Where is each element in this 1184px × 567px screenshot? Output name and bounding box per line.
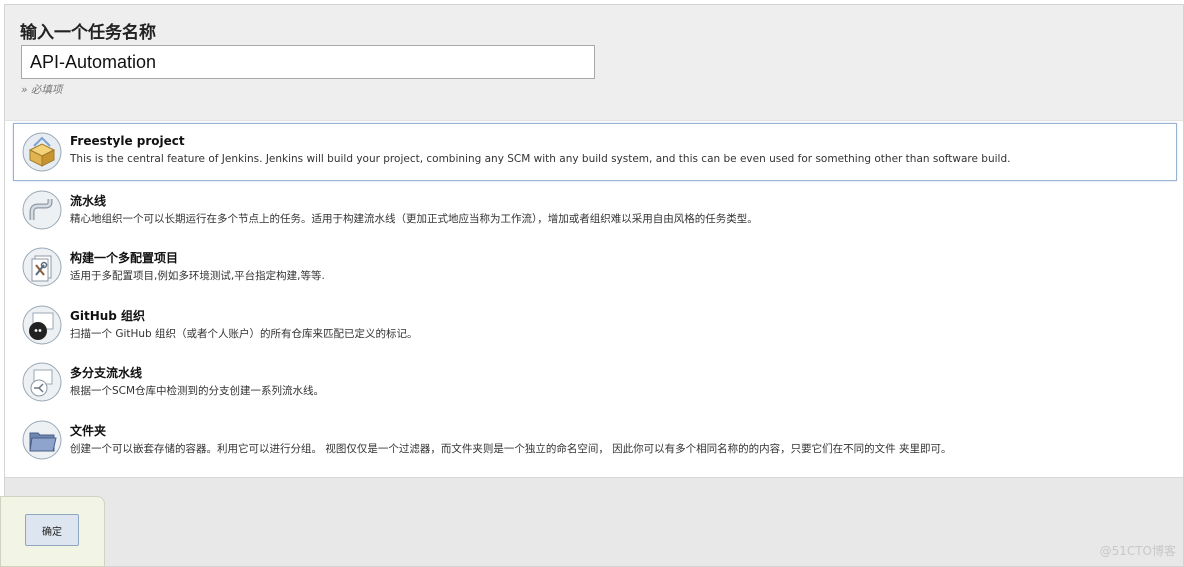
item-description: 扫描一个 GitHub 组织（或者个人账户）的所有仓库来匹配已定义的标记。 [70, 327, 418, 340]
item-type-pipeline[interactable]: 流水线 精心地组织一个可以长期运行在多个节点上的任务。适用于构建流水线（更加正式… [13, 181, 1177, 239]
item-title: GitHub 组织 [70, 308, 146, 323]
item-title: 文件夹 [70, 423, 107, 438]
item-type-github-org[interactable]: GitHub 组织 扫描一个 GitHub 组织（或者个人账户）的所有仓库来匹配… [13, 296, 1177, 354]
required-hint: » 必填项 [21, 84, 63, 96]
pipeline-icon [22, 190, 62, 229]
page-title: 输入一个任务名称 [20, 23, 156, 43]
folder-icon [22, 420, 62, 459]
item-description: 精心地组织一个可以长期运行在多个节点上的任务。适用于构建流水线（更加正式地应当称… [70, 212, 758, 225]
freestyle-box-icon [22, 132, 62, 172]
item-name-input[interactable] [21, 45, 595, 79]
multi-config-icon [22, 247, 62, 287]
item-type-list: Freestyle project This is the central fe… [13, 123, 1177, 468]
item-title: 多分支流水线 [70, 366, 143, 380]
item-title: Freestyle project [70, 134, 185, 148]
ok-button[interactable]: 确定 [25, 514, 79, 546]
item-title: 流水线 [70, 193, 107, 208]
item-type-multi-config[interactable]: 构建一个多配置项目 适用于多配置项目,例如多环境测试,平台指定构建,等等. [13, 238, 1177, 296]
multibranch-icon [22, 362, 62, 402]
item-description: 根据一个SCM仓库中检测到的分支创建一系列流水线。 [70, 385, 325, 397]
footer-area [5, 477, 1183, 566]
item-description: 创建一个可以嵌套存储的容器。利用它可以进行分组。 视图仅仅是一个过滤器，而文件夹… [70, 442, 952, 455]
github-icon [22, 305, 62, 344]
item-description: 适用于多配置项目,例如多环境测试,平台指定构建,等等. [70, 270, 325, 282]
watermark: @51CTO博客 [1099, 544, 1176, 558]
item-type-folder[interactable]: 文件夹 创建一个可以嵌套存储的容器。利用它可以进行分组。 视图仅仅是一个过滤器，… [13, 411, 1177, 469]
item-title: 构建一个多配置项目 [70, 251, 179, 265]
new-item-page: 输入一个任务名称 » 必填项 Freestyle project This is… [4, 4, 1184, 567]
item-name-section: 输入一个任务名称 » 必填项 [5, 5, 1183, 121]
item-type-multibranch-pipeline[interactable]: 多分支流水线 根据一个SCM仓库中检测到的分支创建一系列流水线。 [13, 353, 1177, 411]
item-type-freestyle[interactable]: Freestyle project This is the central fe… [13, 123, 1177, 181]
item-description: This is the central feature of Jenkins. … [70, 153, 1011, 165]
